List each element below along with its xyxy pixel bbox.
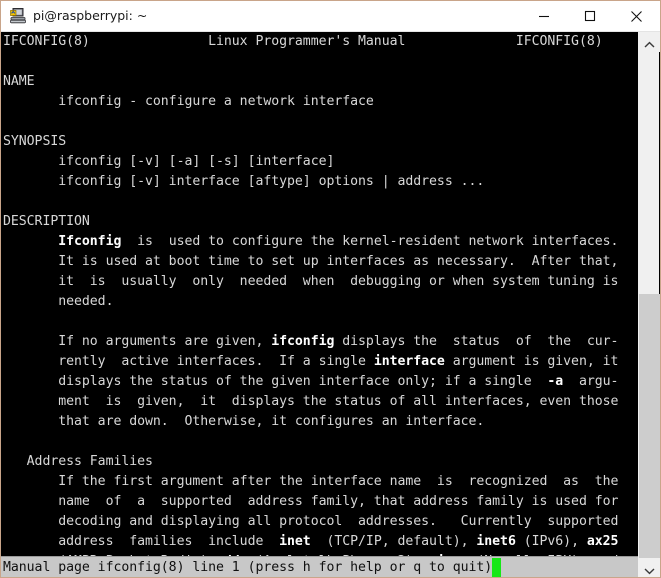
chevron-up-icon [644,41,655,48]
maximize-button[interactable] [567,1,613,31]
maximize-icon [584,10,596,22]
minimize-icon [539,15,549,18]
title-bar: pi@raspberrypi: ~ [1,1,660,32]
putty-terminal-icon [9,7,27,25]
scroll-down-button[interactable] [639,558,660,577]
scroll-up-button[interactable] [639,32,660,52]
close-button[interactable] [613,1,659,31]
scrollbar-thumb[interactable] [639,294,660,558]
text-cursor [492,558,501,577]
minimize-button[interactable] [521,1,567,31]
window-title: pi@raspberrypi: ~ [33,8,148,23]
terminal-window: pi@raspberrypi: ~ IFCONFIG(8) Linux Prog… [0,0,661,578]
vertical-scrollbar[interactable] [638,32,660,577]
less-status-text: Manual page ifconfig(8) line 1 (press h … [3,560,493,575]
terminal-screen[interactable]: IFCONFIG(8) Linux Programmer's Manual IF… [1,32,639,577]
close-icon [630,10,642,22]
less-status-line: Manual page ifconfig(8) line 1 (press h … [1,556,639,577]
man-page-text: IFCONFIG(8) Linux Programmer's Manual IF… [3,34,619,577]
chevron-down-icon [644,567,655,574]
